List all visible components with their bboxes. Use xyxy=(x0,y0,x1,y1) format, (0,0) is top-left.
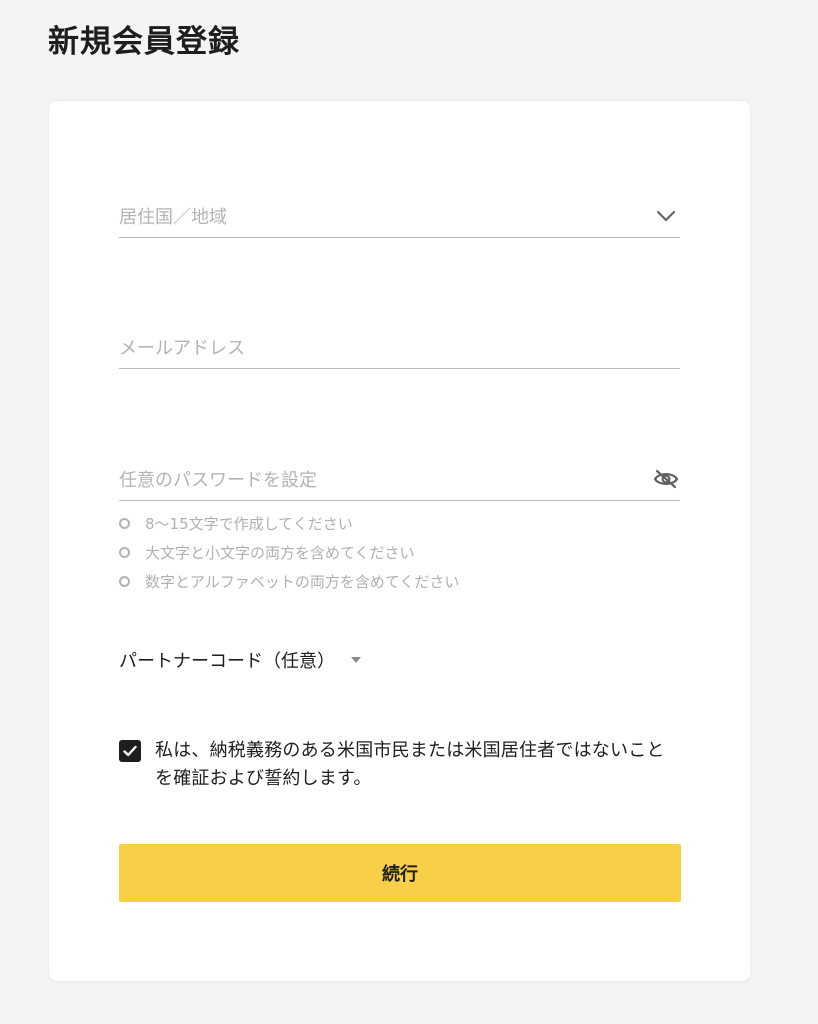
password-hint-text: 8〜15文字で作成してください xyxy=(145,515,353,533)
partner-code-label: パートナーコード（任意） xyxy=(119,651,335,672)
consent-checkbox[interactable] xyxy=(119,740,141,762)
country-field[interactable] xyxy=(119,197,639,237)
password-hint-text: 数字とアルファベットの両方を含めてください xyxy=(145,573,460,591)
email-field-wrapper xyxy=(119,324,680,369)
eye-slash-icon[interactable] xyxy=(652,466,680,492)
consent-text: 私は、納税義務のある米国市民または米国居住者ではないことを確証および誓約します。 xyxy=(155,740,665,789)
password-hint-text: 大文字と小文字の両方を含めてください xyxy=(145,544,415,562)
email-field[interactable] xyxy=(119,328,639,368)
continue-button[interactable]: 続行 xyxy=(119,844,681,902)
password-hint-item: 大文字と小文字の両方を含めてください xyxy=(119,538,459,567)
password-hints: 8〜15文字で作成してください 大文字と小文字の両方を含めてください 数字とアル… xyxy=(119,509,459,596)
password-field[interactable] xyxy=(119,460,639,500)
password-hint-item: 8〜15文字で作成してください xyxy=(119,509,459,538)
registration-card: 8〜15文字で作成してください 大文字と小文字の両方を含めてください 数字とアル… xyxy=(49,101,750,981)
circle-bullet-icon xyxy=(119,518,130,529)
country-select[interactable] xyxy=(119,193,680,238)
circle-bullet-icon xyxy=(119,576,130,587)
caret-down-icon xyxy=(351,657,361,663)
circle-bullet-icon xyxy=(119,547,130,558)
consent-row: 私は、納税義務のある米国市民または米国居住者ではないことを確証および誓約します。 xyxy=(119,737,684,793)
checkmark-icon xyxy=(123,745,137,757)
password-field-wrapper xyxy=(119,456,680,501)
page-title: 新規会員登録 xyxy=(48,24,240,60)
partner-code-toggle[interactable]: パートナーコード（任意） xyxy=(119,647,361,673)
chevron-down-icon[interactable] xyxy=(652,203,680,229)
password-hint-item: 数字とアルファベットの両方を含めてください xyxy=(119,567,459,596)
